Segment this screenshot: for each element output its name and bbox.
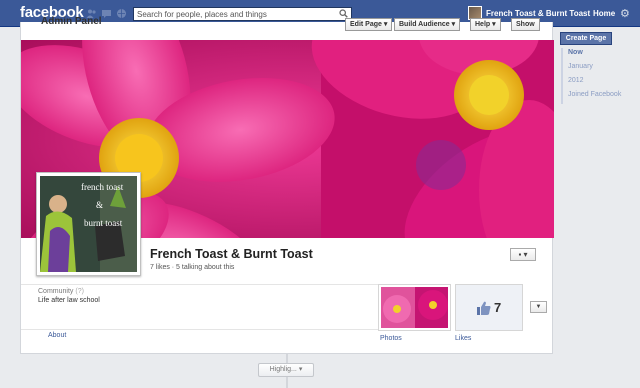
likes-count: 7 [494,300,502,315]
info-divider [21,284,378,285]
camera-button[interactable]: ▪ ▾ [510,248,536,261]
home-link[interactable]: Home [593,9,615,18]
search-input[interactable] [134,8,334,20]
likes-label[interactable]: Likes [455,335,471,342]
timeline-joined[interactable]: Joined Facebook [568,90,621,104]
chevron-down-icon: ▼ [535,304,542,310]
help-label: Help [475,21,491,28]
build-audience-button[interactable]: Build Audience ▾ [394,18,461,31]
build-audience-label: Build Audience [399,21,450,28]
user-name-link[interactable]: French Toast & Burnt Toast [486,9,590,18]
timeline-nav: Now January 2012 Joined Facebook [561,48,621,104]
page-title[interactable]: French Toast & Burnt Toast [150,247,313,261]
photos-label[interactable]: Photos [380,335,402,342]
search-icon[interactable] [339,9,348,18]
category-help-icon[interactable]: (?) [75,288,84,295]
edit-page-label: Edit Page [350,21,382,28]
notifications-icon[interactable] [116,8,127,19]
page-category: Community (?) [38,288,84,295]
photos-tile[interactable] [378,284,451,331]
timeline-now[interactable]: Now [568,48,621,62]
timeline-january[interactable]: January [568,62,621,76]
gear-icon[interactable]: ⚙ [620,7,630,20]
show-button[interactable]: Show [511,18,540,31]
about-description: Life after law school [38,297,100,304]
profile-picture[interactable]: french toast & burnt toast [36,172,141,276]
thumbs-up-icon [476,300,492,316]
info-bottom-divider [21,329,378,330]
search-box[interactable] [133,7,352,21]
admin-panel-title: Admin Panel [41,16,102,27]
profile-text-line-1: french toast [81,182,124,192]
profile-text-line-2: & [96,200,104,210]
page-card: Admin Panel Edit Page ▾ Build Audience ▾… [20,16,554,354]
more-apps-button[interactable]: ▼ [530,301,547,313]
create-page-button[interactable]: Create Page [560,32,612,45]
camera-icon: ▪ [518,250,522,259]
messages-icon[interactable] [101,8,112,19]
about-link[interactable]: About [48,332,66,339]
profile-text-line-3: burnt toast [84,218,123,228]
help-button[interactable]: Help ▾ [470,18,501,31]
highlights-dropdown[interactable]: Highlig... ▾ [258,363,314,377]
page-stats: 7 likes · 5 talking about this [150,264,235,271]
edit-page-button[interactable]: Edit Page ▾ [345,18,393,31]
timeline-2012[interactable]: 2012 [568,76,621,90]
category-label: Community [38,288,74,295]
